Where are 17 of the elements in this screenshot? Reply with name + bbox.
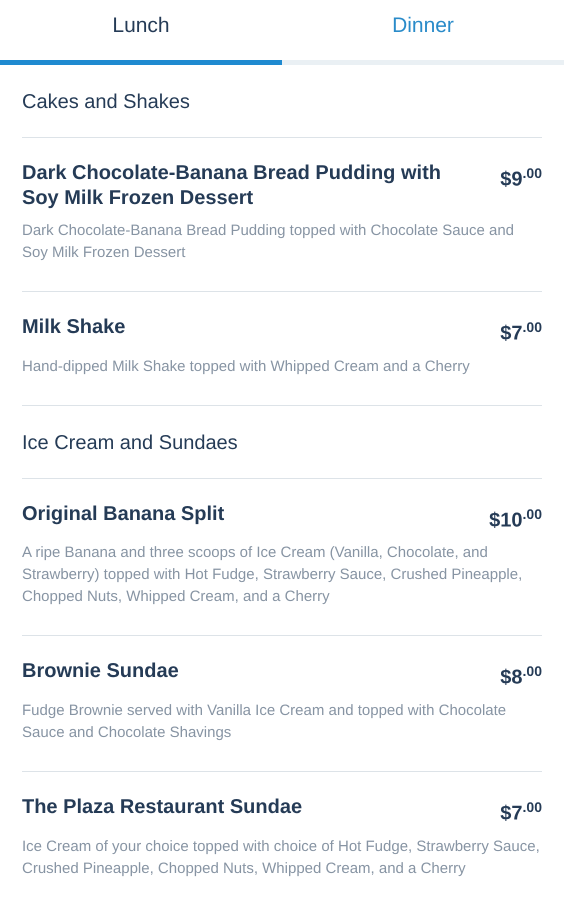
dish-name: Milk Shake <box>22 315 126 340</box>
dish-price: $7$^{.00}$ <box>500 318 542 347</box>
section-heading: Cakes and Shakes <box>22 91 190 113</box>
section-heading: Ice Cream and Sundaes <box>22 432 238 454</box>
dish-name: The Plaza Restaurant Sundae <box>22 794 302 820</box>
dish-name: Brownie Sundae <box>22 659 179 684</box>
dish-description: Ice Cream of your choice topped with choice of Hot Fudge, Strawberry Sauce, Crushed Pineapple, Chopped Nuts, Whipped Cream, and a Cherry <box>22 836 541 879</box>
dish-price: $9$^{.00}$ <box>500 164 542 193</box>
dish-price: $10$^{.00}$ <box>489 504 542 534</box>
dish-price: $7$^{.00}$ <box>500 798 542 827</box>
dish-price: $8$^{.00}$ <box>500 662 542 691</box>
dish-description: A ripe Banana and three scoops of Ice Cream (Vanilla, Chocolate, and Strawberry) topped with Hot Fudge, Strawberry Sauce, Crushed Pineapple, Chopped Nuts, Whipped Cream, and a Cherry <box>22 543 524 608</box>
dish-description: Hand-dipped Milk Shake topped with Whipped Cream and a Cherry <box>22 356 471 377</box>
dish-description: Fudge Brownie served with Vanilla Ice Cream and topped with Chocolate Sauce and Chocolate Shavings <box>22 700 508 743</box>
dish-name: Original Banana Split <box>22 502 224 527</box>
dish-description: Dark Chocolate-Banana Bread Pudding topped with Chocolate Sauce and Soy Milk Frozen Dessert <box>22 221 515 263</box>
dish-name: Dark Chocolate-Banana Bread Pudding with Soy Milk Frozen Dessert <box>22 161 442 211</box>
